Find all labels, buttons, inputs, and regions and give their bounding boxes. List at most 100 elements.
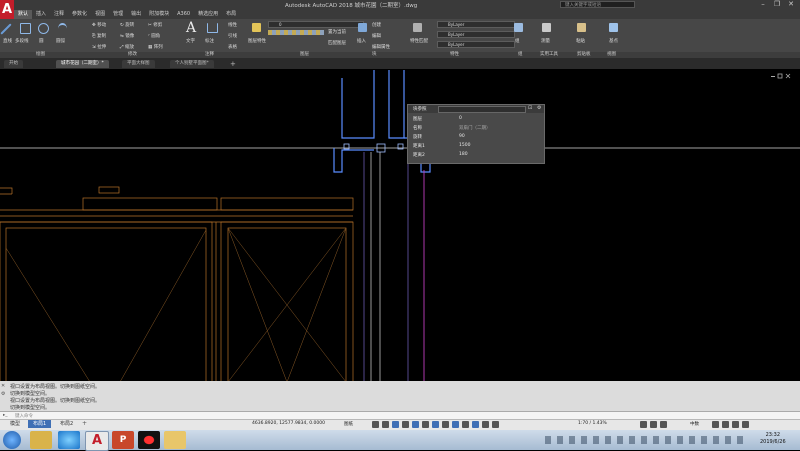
edit-attributes-button[interactable]: 编辑属性 <box>372 44 390 50</box>
layer-dropdown[interactable]: 0 <box>268 21 364 28</box>
polyline-tool-label[interactable]: 多段线 <box>15 38 29 44</box>
osnap-icon[interactable] <box>412 421 419 428</box>
dimension-tool-label[interactable]: 标注 <box>205 38 214 44</box>
snap-icon[interactable] <box>382 421 389 428</box>
close-icon[interactable]: ✕ <box>785 0 797 9</box>
arc-tool-label[interactable]: 圆弧 <box>56 38 65 44</box>
otrack-icon[interactable] <box>422 421 429 428</box>
match-layer-button[interactable]: 匹配图层 <box>328 40 346 46</box>
measure-tool-label[interactable]: 测量 <box>541 38 550 44</box>
taskbar-clock[interactable]: 23:32 2019/6/26 <box>760 432 786 446</box>
polyline-icon[interactable] <box>20 23 31 34</box>
lineweight-dropdown[interactable]: ByLayer <box>437 41 515 48</box>
internet-explorer-icon[interactable] <box>58 431 80 449</box>
text-tool-label[interactable]: 文字 <box>186 38 195 44</box>
search-input[interactable]: 键入关键字或短语 <box>560 1 635 8</box>
quick-select-icon[interactable]: ⊡ <box>528 105 532 111</box>
viewport-scale[interactable]: 1:70 / 1.43% <box>578 421 607 426</box>
polar-icon[interactable] <box>402 421 409 428</box>
command-history[interactable]: ✕ ⚙ 视口设置为布局视图。切换到图纸空间。 切换到模型空间。 视口设置为布局视… <box>0 381 800 411</box>
start-button-icon[interactable] <box>3 431 21 449</box>
linear-tool[interactable]: 线性 <box>228 22 237 28</box>
gizmo-icon[interactable] <box>492 421 499 428</box>
workspace-icon[interactable] <box>660 421 667 428</box>
prop-value-layer[interactable]: 0 <box>459 116 462 121</box>
tab-insert[interactable]: 插入 <box>32 10 50 19</box>
restore-icon[interactable]: ❐ <box>771 0 783 9</box>
dimension-icon[interactable] <box>207 23 218 33</box>
tab-output[interactable]: 输出 <box>127 10 145 19</box>
measure-icon[interactable] <box>542 23 551 32</box>
transparency-icon[interactable] <box>442 421 449 428</box>
tab-parametric[interactable]: 参数化 <box>68 10 91 19</box>
prop-value-rotation[interactable]: 90 <box>459 134 465 139</box>
autocad-logo-icon[interactable]: A <box>0 0 14 19</box>
tab-a360[interactable]: A360 <box>173 10 194 19</box>
create-block-button[interactable]: 创建 <box>372 22 381 28</box>
add-layout-icon[interactable]: + <box>82 420 87 427</box>
trim-tool[interactable]: ✂ 修剪 <box>148 22 162 28</box>
grid-icon[interactable] <box>372 421 379 428</box>
base-view-icon[interactable] <box>609 23 618 32</box>
tab-view[interactable]: 视图 <box>91 10 109 19</box>
isolate-objects-icon[interactable] <box>712 421 719 428</box>
doc-tab-current[interactable]: 城市花园（二期室）* <box>56 60 109 68</box>
paper-space-toggle[interactable]: 图纸 <box>344 421 353 427</box>
edit-block-button[interactable]: 编辑 <box>372 33 381 39</box>
minimize-icon[interactable]: – <box>757 0 769 9</box>
base-view-label[interactable]: 基点 <box>609 38 618 44</box>
insert-block-icon[interactable] <box>358 23 367 32</box>
clean-screen-icon[interactable] <box>732 421 739 428</box>
file-explorer-icon[interactable] <box>30 431 52 449</box>
autocad-taskbar-icon[interactable]: A <box>85 431 109 451</box>
layout-tab-model[interactable]: 模型 <box>5 420 25 428</box>
command-close-icon[interactable]: ✕ <box>1 383 5 389</box>
paste-icon[interactable] <box>577 23 586 32</box>
system-tray-icons[interactable] <box>545 436 745 444</box>
lineweight-icon[interactable] <box>432 421 439 428</box>
group-tool-label[interactable]: 组 <box>515 38 520 44</box>
layout-tab-layout2[interactable]: 布局2 <box>55 420 78 428</box>
layout-tab-layout1[interactable]: 布局1 <box>28 420 52 428</box>
doc-tab-detail[interactable]: 平面大样图 <box>122 60 155 68</box>
group-icon[interactable] <box>514 23 523 32</box>
prop-value-distance2[interactable]: 180 <box>459 152 468 157</box>
drawing-canvas[interactable] <box>0 70 800 382</box>
command-settings-icon[interactable]: ⚙ <box>1 391 5 397</box>
stretch-tool[interactable]: ⇲ 拉伸 <box>92 44 106 50</box>
circle-icon[interactable] <box>38 23 49 34</box>
fillet-tool[interactable]: ◜ 圆角 <box>148 33 160 39</box>
copy-tool[interactable]: ⎘ 复制 <box>92 33 106 39</box>
customization-icon[interactable] <box>742 421 749 428</box>
paste-tool-label[interactable]: 粘贴 <box>576 38 585 44</box>
rotate-tool[interactable]: ↻ 旋转 <box>120 22 134 28</box>
tab-featured[interactable]: 精选应用 <box>194 10 222 19</box>
screen-recorder-icon[interactable] <box>138 431 160 449</box>
table-tool[interactable]: 表格 <box>228 44 237 50</box>
3d-osnap-icon[interactable] <box>462 421 469 428</box>
match-properties-icon[interactable] <box>413 23 422 32</box>
make-current-button[interactable]: 置为当前 <box>328 29 346 35</box>
folder-icon[interactable] <box>164 431 186 449</box>
circle-tool-label[interactable]: 圆 <box>39 38 44 44</box>
doc-tab-villa[interactable]: 个人别墅平面图* <box>170 60 214 68</box>
tab-layout[interactable]: 布局 <box>222 10 240 19</box>
tab-addins[interactable]: 附加模块 <box>145 10 173 19</box>
line-tool-label[interactable]: 直线 <box>3 38 12 44</box>
prop-value-distance1[interactable]: 1500 <box>459 143 470 148</box>
layer-properties-icon[interactable] <box>252 23 261 32</box>
properties-title[interactable]: 块参照 <box>413 106 427 112</box>
color-dropdown[interactable]: ByLayer <box>437 21 515 28</box>
match-properties-label[interactable]: 特性匹配 <box>410 38 428 44</box>
selection-cycling-icon[interactable] <box>452 421 459 428</box>
text-icon[interactable]: A <box>186 20 196 36</box>
layer-properties-label[interactable]: 图层特性 <box>248 38 266 44</box>
scale-tool[interactable]: ⤢ 缩放 <box>120 44 134 50</box>
leader-tool[interactable]: 引线 <box>228 33 237 39</box>
layer-tools-row[interactable] <box>268 30 324 35</box>
panel-settings-icon[interactable]: ⚙ <box>537 105 541 111</box>
tab-annotate[interactable]: 注释 <box>50 10 68 19</box>
block-properties-panel[interactable]: 块参照 ⊡ ⚙ 图层 0 名称 双扇门（二期） 旋转 90 距离1 1500 距… <box>407 104 545 164</box>
array-tool[interactable]: ▦ 阵列 <box>148 44 163 50</box>
object-type-dropdown[interactable] <box>438 106 526 113</box>
